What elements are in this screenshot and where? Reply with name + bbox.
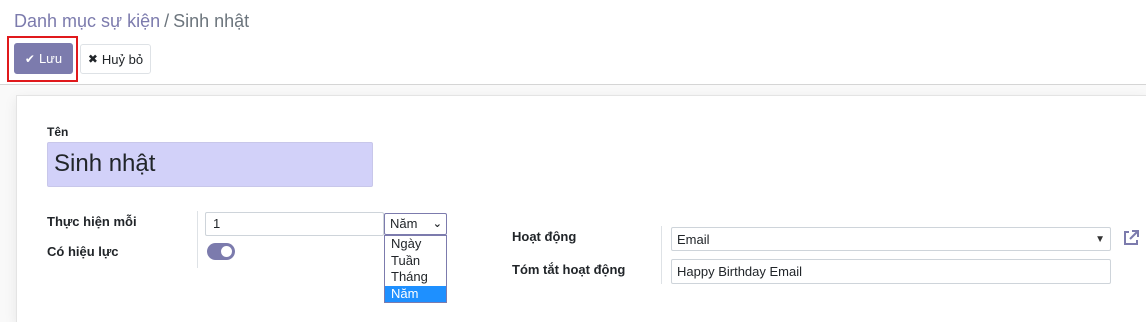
activity-value: Email	[677, 232, 710, 247]
unit-option-week[interactable]: Tuần	[385, 253, 446, 270]
external-link-icon[interactable]	[1121, 228, 1141, 248]
check-icon: ✔	[24, 51, 35, 66]
interval-number-input[interactable]: 1	[205, 212, 384, 236]
interval-unit-dropdown: Ngày Tuần Tháng Năm	[384, 235, 447, 303]
unit-option-day[interactable]: Ngày	[385, 236, 446, 253]
unit-option-year[interactable]: Năm	[385, 285, 446, 302]
active-label: Có hiệu lực	[47, 244, 119, 259]
breadcrumb-separator: /	[164, 11, 170, 31]
toggle-knob	[221, 246, 232, 257]
save-button-label: Lưu	[38, 51, 63, 66]
caret-down-icon: ▼	[1095, 234, 1105, 245]
activity-label: Hoạt động	[512, 229, 577, 244]
discard-button[interactable]: ✖ Huỷ bỏ	[80, 44, 151, 74]
breadcrumb: Danh mục sự kiện / Sinh nhật	[14, 11, 249, 32]
field-separator	[197, 211, 198, 268]
form-sheet	[16, 95, 1146, 322]
discard-button-label: Huỷ bỏ	[101, 51, 144, 67]
name-label: Tên	[47, 125, 69, 139]
chevron-down-icon: ⌄	[432, 218, 442, 230]
control-panel: Danh mục sự kiện / Sinh nhật ✔ Lưu ✖ Huỷ b…	[0, 0, 1146, 84]
activity-select[interactable]: Email ▼	[671, 227, 1111, 251]
interval-unit-value: Năm	[390, 216, 418, 231]
breadcrumb-parent-link[interactable]: Danh mục sự kiện	[14, 11, 160, 31]
interval-unit-select[interactable]: Năm ⌄	[384, 213, 447, 235]
breadcrumb-current: Sinh nhật	[173, 11, 250, 31]
close-icon: ✖	[87, 52, 98, 66]
name-input[interactable]: Sinh nhật	[47, 142, 373, 187]
active-toggle[interactable]	[207, 243, 235, 260]
unit-option-month[interactable]: Tháng	[385, 269, 446, 286]
interval-label: Thực hiện mỗi	[47, 214, 137, 229]
save-button[interactable]: ✔ Lưu	[14, 43, 73, 74]
field-separator-right	[661, 226, 662, 284]
summary-input[interactable]: Happy Birthday Email	[671, 259, 1111, 284]
summary-label: Tóm tắt hoạt động	[512, 262, 626, 277]
